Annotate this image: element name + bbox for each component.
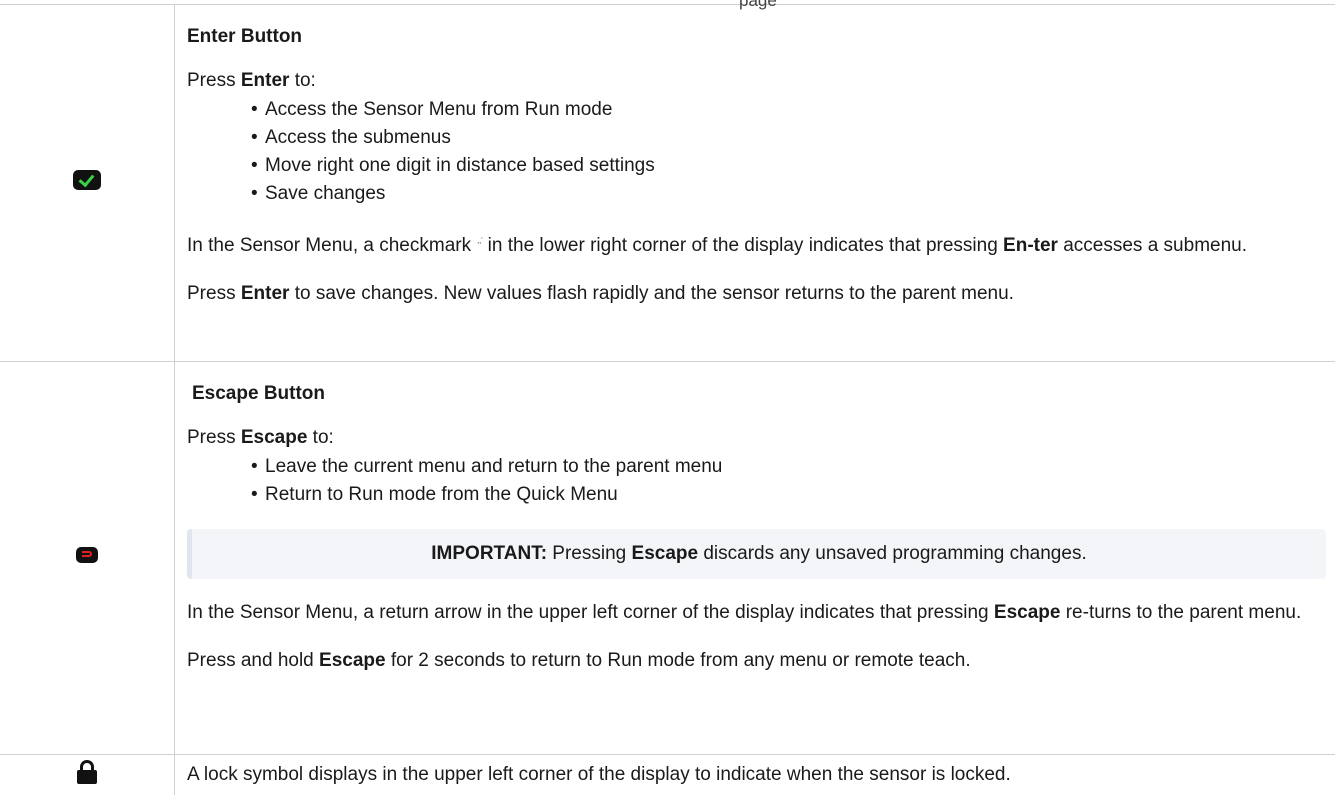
lock-description-cell: A lock symbol displays in the upper left… <box>174 754 1335 795</box>
escape-description-cell: Escape Button Press Escape to: Leave the… <box>174 361 1335 755</box>
escape-hold-paragraph: Press and hold Escape for 2 seconds to r… <box>187 650 971 671</box>
enter-bullet-list: Access the Sensor Menu from Run mode Acc… <box>187 96 1335 208</box>
escape-return-arrow-paragraph: In the Sensor Menu, a return arrow in th… <box>187 602 1302 623</box>
enter-lead: Press Enter to: <box>187 70 316 91</box>
enter-save-paragraph: Press Enter to save changes. New values … <box>187 283 1014 304</box>
list-item: Access the submenus <box>251 124 1335 152</box>
lock-description: A lock symbol displays in the upper left… <box>187 764 1011 785</box>
return-arrow-button-icon <box>76 547 98 563</box>
list-item: Leave the current menu and return to the… <box>251 453 1335 481</box>
enter-button-row: Enter Button Press Enter to: Access the … <box>0 4 1335 362</box>
escape-bullet-list: Leave the current menu and return to the… <box>187 453 1335 509</box>
escape-icon-cell <box>0 361 175 755</box>
list-item: Access the Sensor Menu from Run mode <box>251 96 1335 124</box>
button-reference-table: Enter Button Press Enter to: Access the … <box>0 4 1335 795</box>
page-fragment-text: page <box>739 0 777 10</box>
escape-button-row: Escape Button Press Escape to: Leave the… <box>0 361 1335 755</box>
enter-description-cell: Enter Button Press Enter to: Access the … <box>174 4 1335 362</box>
checkmark-button-icon <box>73 170 101 190</box>
list-item: Move right one digit in distance based s… <box>251 152 1335 180</box>
list-item: Save changes <box>251 180 1335 208</box>
enter-icon-cell <box>0 4 175 362</box>
lock-icon <box>77 760 97 784</box>
escape-lead: Press Escape to: <box>187 427 334 448</box>
escape-heading: Escape Button <box>192 383 326 404</box>
list-item: Return to Run mode from the Quick Menu <box>251 481 1335 509</box>
lock-icon-cell <box>0 754 175 795</box>
enter-checkmark-paragraph: In the Sensor Menu, a checkmark ··˙ in t… <box>187 228 1335 260</box>
enter-heading: Enter Button <box>187 26 303 47</box>
important-note: IMPORTANT: Pressing Escape discards any … <box>187 529 1326 579</box>
lock-row: A lock symbol displays in the upper left… <box>0 754 1335 795</box>
